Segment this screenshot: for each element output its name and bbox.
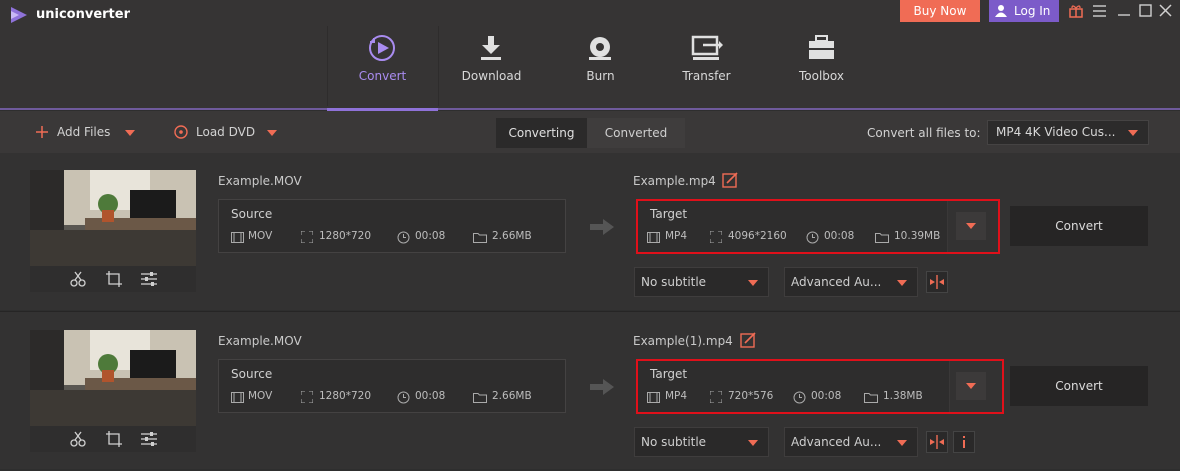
source-format: MOV <box>248 230 273 242</box>
cut-icon[interactable] <box>70 271 86 287</box>
audio-value: Advanced Au... <box>791 275 882 289</box>
source-title: Source <box>231 207 273 221</box>
audio-select[interactable]: Advanced Au... <box>784 267 918 297</box>
download-icon <box>481 36 501 60</box>
thumbnail-tools <box>30 426 196 452</box>
effects-icon[interactable] <box>141 271 157 287</box>
load-dvd-label: Load DVD <box>196 125 256 139</box>
subtitle-value: No subtitle <box>641 435 707 449</box>
convert-all-format-select[interactable]: MP4 4K Video Cus... <box>987 120 1149 145</box>
arrow-right-icon <box>590 379 614 395</box>
subtitle-select[interactable]: No subtitle <box>634 267 769 297</box>
burn-icon <box>589 37 611 60</box>
add-files-button[interactable]: Add Files <box>34 124 139 142</box>
convert-all-format-value: MP4 4K Video Cus... <box>996 125 1116 139</box>
convert-all-label: Convert all files to: <box>867 126 981 140</box>
source-info-box: Source MOV 1280*720 00:08 2.66MB <box>218 359 566 413</box>
clock-icon <box>397 231 410 244</box>
tab-transfer[interactable]: Transfer <box>651 26 762 108</box>
top-bar-divider <box>0 108 1180 110</box>
gift-icon[interactable] <box>1069 4 1083 18</box>
source-format: MOV <box>248 390 273 402</box>
audio-value: Advanced Au... <box>791 435 882 449</box>
subtitle-select[interactable]: No subtitle <box>634 427 769 457</box>
subtitle-value: No subtitle <box>641 275 707 289</box>
source-size: 2.66MB <box>492 390 532 402</box>
plus-icon <box>36 126 48 138</box>
close-icon[interactable] <box>1159 4 1172 17</box>
source-resolution: 1280*720 <box>319 230 372 242</box>
chevron-down-icon <box>748 440 758 446</box>
edit-name-icon[interactable] <box>722 172 738 188</box>
maximize-icon[interactable] <box>1139 4 1152 17</box>
info-icon <box>963 436 965 448</box>
audio-select[interactable]: Advanced Au... <box>784 427 918 457</box>
folder-icon <box>473 393 487 403</box>
source-file-name: Example.MOV <box>218 174 302 188</box>
tab-download-label: Download <box>461 69 522 83</box>
effects-icon[interactable] <box>141 431 157 447</box>
clock-icon <box>397 391 410 404</box>
resolution-icon <box>301 391 313 403</box>
chevron-down-icon <box>897 280 907 286</box>
toolbox-icon <box>809 35 834 59</box>
source-duration: 00:08 <box>415 230 446 242</box>
tab-burn[interactable]: Burn <box>545 26 656 108</box>
target-highlight-box <box>636 199 1000 254</box>
tab-toolbox-label: Toolbox <box>799 69 844 83</box>
folder-icon <box>473 233 487 243</box>
crop-icon[interactable] <box>106 271 122 287</box>
chevron-down-icon <box>748 280 758 286</box>
source-resolution: 1280*720 <box>319 390 372 402</box>
transfer-icon <box>691 35 723 60</box>
cut-icon[interactable] <box>70 431 86 447</box>
tab-download[interactable]: Download <box>436 26 547 108</box>
tab-burn-label: Burn <box>586 69 615 83</box>
merge-icon <box>930 275 944 289</box>
login-label: Log In <box>1014 4 1051 18</box>
source-size: 2.66MB <box>492 230 532 242</box>
convert-button[interactable]: Convert <box>1010 206 1148 246</box>
buy-now-button[interactable]: Buy Now <box>900 0 980 22</box>
merge-button[interactable] <box>926 271 948 293</box>
app-logo-icon <box>11 7 27 23</box>
convert-icon <box>369 35 395 61</box>
film-icon <box>231 392 244 403</box>
tab-converted[interactable]: Converted <box>587 118 685 148</box>
source-title: Source <box>231 367 273 381</box>
chevron-down-icon <box>1128 130 1138 136</box>
target-highlight-box <box>636 359 1004 414</box>
merge-button[interactable] <box>926 431 948 453</box>
source-file-name: Example.MOV <box>218 334 302 348</box>
info-button[interactable] <box>953 431 975 453</box>
crop-icon[interactable] <box>106 431 122 447</box>
target-file-name: Example.mp4 <box>633 174 716 188</box>
edit-name-icon[interactable] <box>740 332 756 348</box>
source-info-box: Source MOV 1280*720 00:08 2.66MB <box>218 199 566 253</box>
user-icon <box>995 5 1007 17</box>
app-name: uniconverter <box>36 7 131 22</box>
tab-converting[interactable]: Converting <box>496 118 587 148</box>
tab-toolbox[interactable]: Toolbox <box>766 26 877 108</box>
tab-convert-label: Convert <box>358 69 407 83</box>
resolution-icon <box>301 231 313 243</box>
add-files-label: Add Files <box>57 125 111 139</box>
merge-icon <box>930 435 944 449</box>
arrow-right-icon <box>590 219 614 235</box>
add-files-dropdown-icon <box>125 130 135 136</box>
minimize-icon[interactable] <box>1118 5 1130 17</box>
dvd-icon <box>174 125 188 139</box>
target-file-name: Example(1).mp4 <box>633 334 733 348</box>
source-duration: 00:08 <box>415 390 446 402</box>
menu-icon[interactable] <box>1093 5 1106 17</box>
thumbnail-tools <box>30 266 196 292</box>
load-dvd-dropdown-icon <box>267 130 277 136</box>
tab-transfer-label: Transfer <box>682 69 731 83</box>
login-button[interactable]: Log In <box>989 0 1059 22</box>
film-icon <box>231 232 244 243</box>
load-dvd-button[interactable]: Load DVD <box>173 124 277 142</box>
tab-convert[interactable]: Convert <box>327 26 438 108</box>
chevron-down-icon <box>897 440 907 446</box>
convert-button[interactable]: Convert <box>1010 366 1148 406</box>
